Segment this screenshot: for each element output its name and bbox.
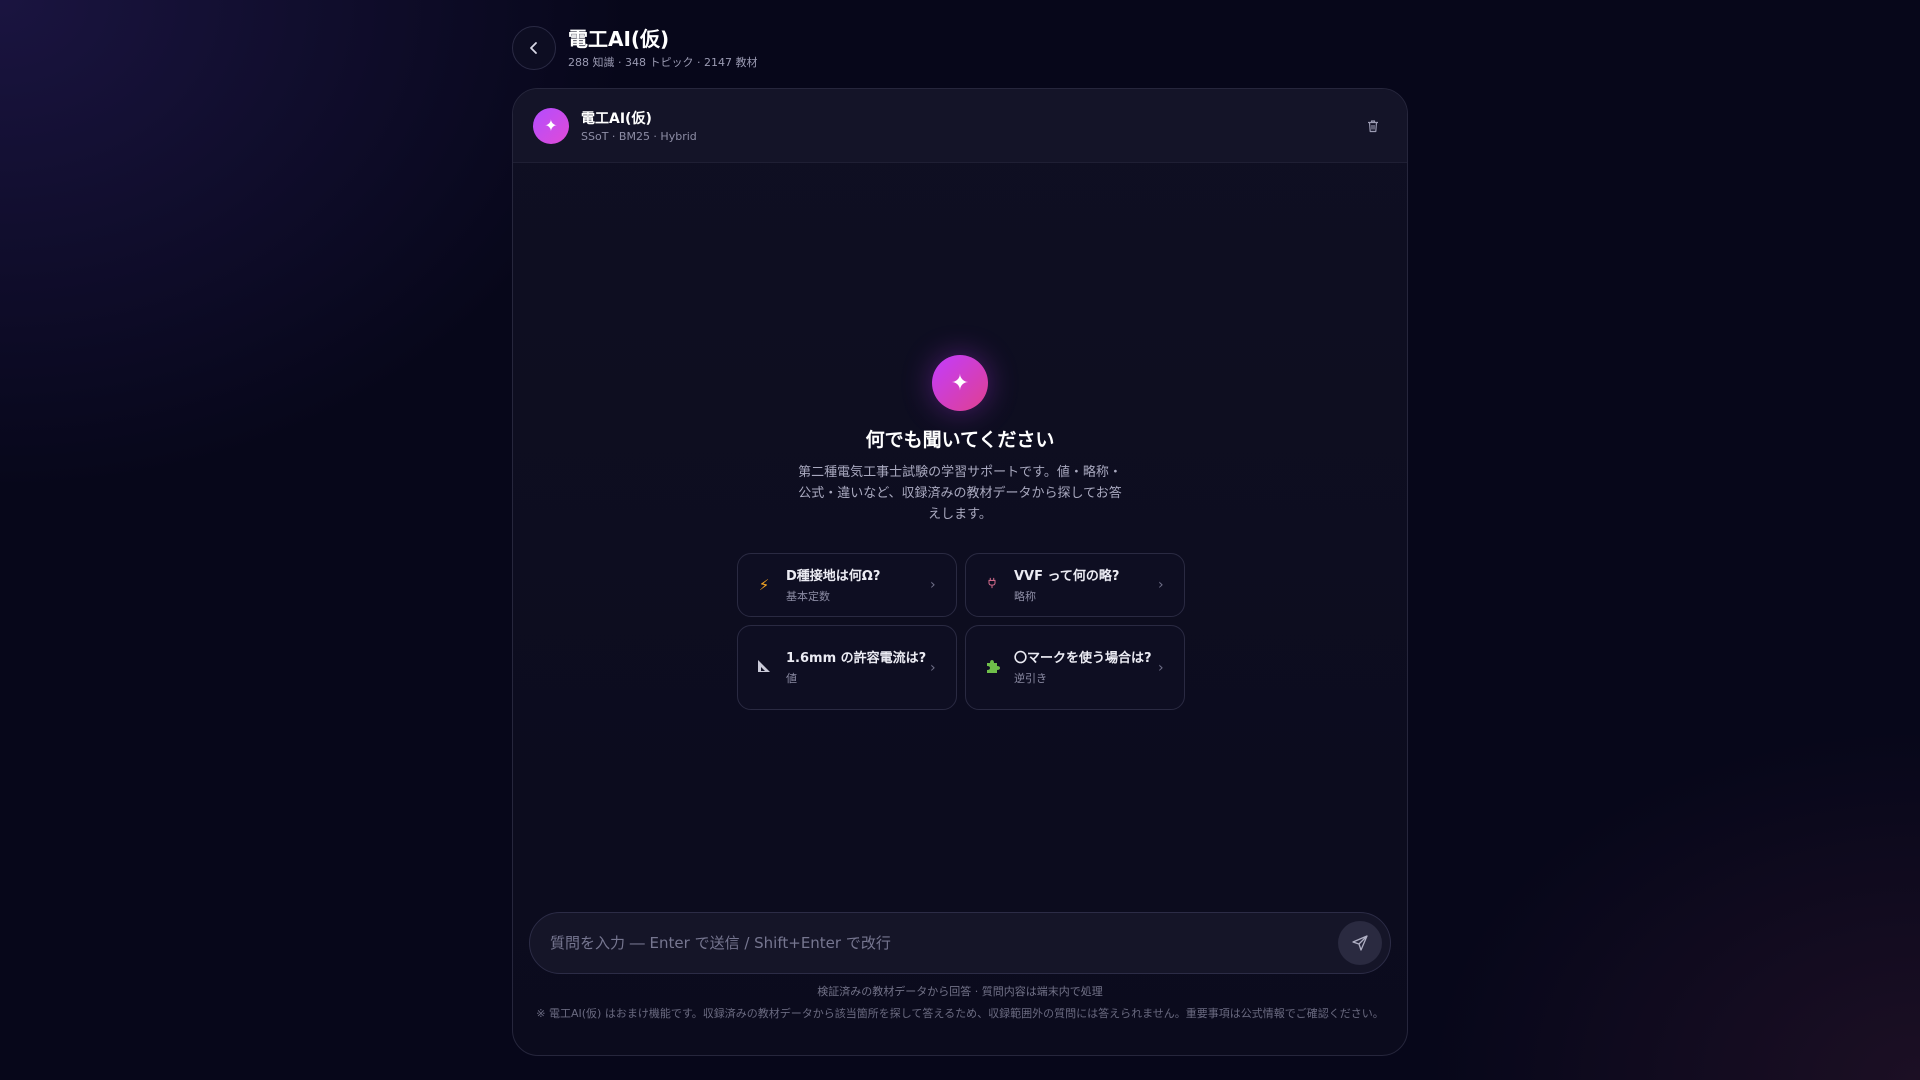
suggestion-card[interactable]: 〇マークを使う場合は? 逆引き ›	[965, 625, 1185, 710]
suggestion-grid: ⚡ D種接地は何Ω? 基本定数 › VVF って何の略? 略称 › 1.6mm …	[737, 553, 1185, 710]
chevron-right-icon: ›	[1158, 659, 1164, 676]
chevron-right-icon: ›	[930, 659, 936, 676]
suggestion-card[interactable]: VVF って何の略? 略称 ›	[965, 553, 1185, 617]
chat-card: ✦ 電工AI(仮) SSoT · BM25 · Hybrid ✦ 何でも聞いてく…	[512, 88, 1408, 1056]
top-header: 電工AI(仮) 288 知識 · 348 トピック · 2147 教材	[512, 26, 757, 70]
bot-name: 電工AI(仮)	[581, 111, 652, 127]
footer-note: 検証済みの教材データから回答 · 質問内容は端末内で処理	[817, 985, 1103, 998]
suggestion-card[interactable]: ⚡ D種接地は何Ω? 基本定数 ›	[737, 553, 957, 617]
suggestion-title: VVF って何の略?	[1014, 568, 1120, 584]
sparkle-icon: ✦	[544, 116, 558, 135]
chat-input-bar	[529, 912, 1391, 974]
bot-info: 電工AI(仮) SSoT · BM25 · Hybrid	[581, 108, 1359, 143]
footer-disclaimer: ※ 電工AI(仮) はおまけ機能です。収録済みの教材データから該当箇所を探して答…	[536, 1007, 1384, 1020]
suggestion-category: 値	[786, 672, 797, 685]
plug-icon	[982, 576, 1002, 594]
welcome-logo: ✦	[932, 355, 988, 411]
back-button[interactable]	[512, 26, 556, 70]
page-stats: 288 知識 · 348 トピック · 2147 教材	[568, 55, 758, 69]
lightning-icon: ⚡	[758, 576, 770, 594]
chevron-right-icon: ›	[930, 577, 936, 593]
suggestion-title: 1.6mm の許容電流は?	[786, 651, 927, 666]
suggestion-title: D種接地は何Ω?	[786, 568, 881, 584]
bot-meta: SSoT · BM25 · Hybrid	[581, 130, 697, 143]
chat-header: ✦ 電工AI(仮) SSoT · BM25 · Hybrid	[513, 89, 1407, 163]
suggestion-category: 逆引き	[1014, 672, 1047, 685]
top-titles: 電工AI(仮) 288 知識 · 348 トピック · 2147 教材	[568, 27, 757, 70]
trash-icon	[1368, 119, 1378, 132]
suggestion-title: 〇マークを使う場合は?	[1014, 651, 1152, 666]
welcome-title: 何でも聞いてください	[865, 429, 1055, 451]
welcome-description: 第二種電気工事士試験の学習サポートです。値・略称・公式・違いなど、収録済みの教材…	[798, 465, 1122, 522]
send-icon	[1352, 935, 1368, 951]
ruler-triangle-icon	[754, 658, 774, 678]
chat-input[interactable]	[550, 934, 1338, 952]
suggestion-card[interactable]: 1.6mm の許容電流は? 値 ›	[737, 625, 957, 710]
chevron-left-icon	[530, 42, 537, 54]
send-button[interactable]	[1338, 921, 1382, 965]
bot-avatar: ✦	[533, 107, 569, 144]
puzzle-icon	[982, 658, 1002, 678]
clear-chat-button[interactable]	[1359, 112, 1387, 140]
page-title: 電工AI(仮)	[568, 26, 670, 51]
chevron-right-icon: ›	[1158, 577, 1164, 593]
suggestion-category: 基本定数	[786, 589, 830, 603]
suggestion-category: 略称	[1014, 589, 1036, 603]
sparkle-icon: ✦	[950, 370, 970, 396]
welcome-section: ✦ 何でも聞いてください 第二種電気工事士試験の学習サポートです。値・略称・公式…	[513, 355, 1407, 525]
